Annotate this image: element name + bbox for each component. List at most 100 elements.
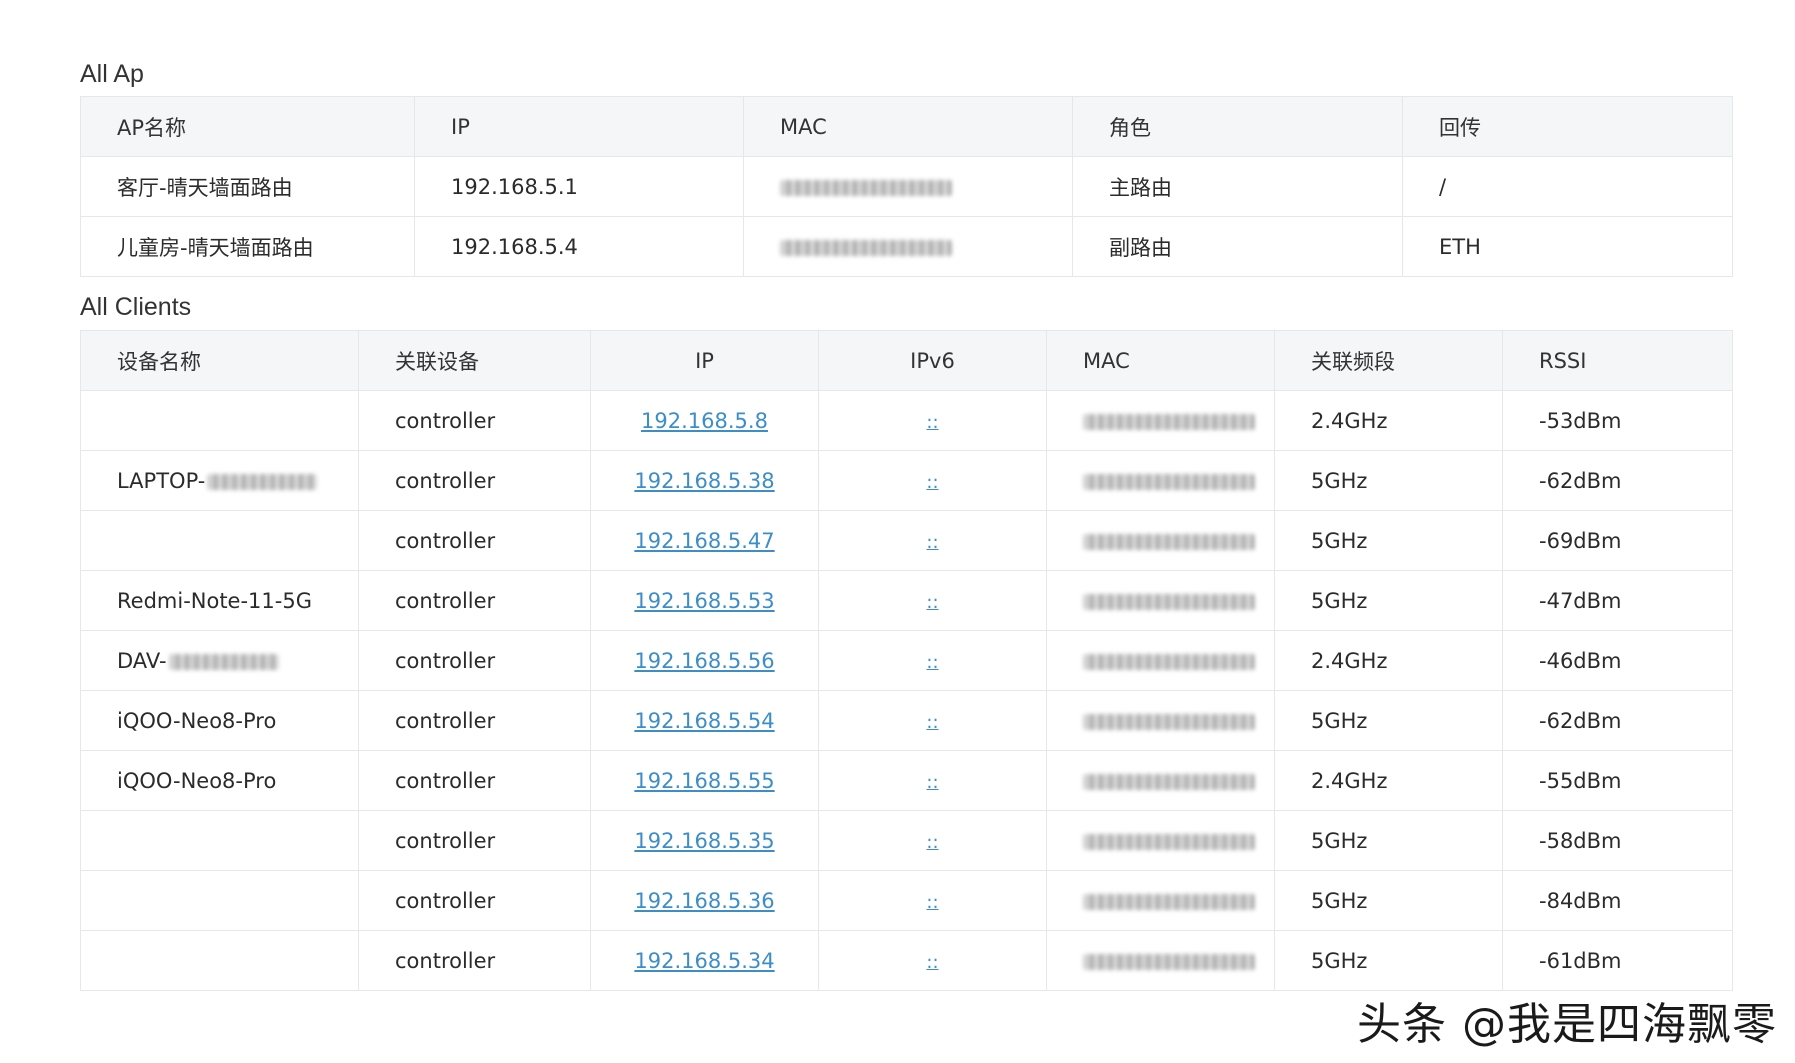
client-ip-link[interactable]: 192.168.5.55 — [634, 769, 774, 793]
client-ipv6-link[interactable]: :: — [926, 592, 938, 613]
client-rssi: -61dBm — [1502, 930, 1733, 991]
client-ip-link[interactable]: 192.168.5.47 — [634, 529, 774, 553]
redacted-mac — [1083, 653, 1255, 670]
client-name: iQOO-Neo8-Pro — [80, 750, 359, 811]
ap-mac — [743, 216, 1073, 277]
client-band: 5GHz — [1274, 510, 1503, 571]
client-name: Redmi-Note-11-5G — [80, 570, 359, 631]
redacted-mac — [1083, 473, 1255, 490]
col-band: 关联频段 — [1274, 330, 1503, 391]
client-ipv6-link[interactable]: :: — [926, 952, 938, 973]
redacted-mac — [1083, 593, 1255, 610]
col-role: 角色 — [1072, 96, 1403, 157]
client-band: 2.4GHz — [1274, 390, 1503, 451]
redacted-name — [168, 653, 279, 670]
client-associated-device: controller — [358, 690, 591, 751]
client-ipv6-cell: :: — [818, 390, 1047, 451]
client-ipv6-link[interactable]: :: — [926, 712, 938, 733]
col-ap-name: AP名称 — [80, 96, 415, 157]
client-name: DAV- — [117, 648, 167, 673]
client-mac — [1046, 870, 1275, 931]
client-ipv6-link[interactable]: :: — [926, 412, 938, 433]
client-ip-link[interactable]: 192.168.5.34 — [634, 949, 774, 973]
client-ip-link[interactable]: 192.168.5.38 — [634, 469, 774, 493]
redacted-mac — [1083, 533, 1255, 550]
client-ipv6-cell: :: — [818, 510, 1047, 571]
client-rssi: -53dBm — [1502, 390, 1733, 451]
table-row: DAV- controller 192.168.5.56 :: 2.4GHz -… — [80, 630, 1733, 691]
client-ipv6-cell: :: — [818, 750, 1047, 811]
client-mac — [1046, 510, 1275, 571]
table-row: Redmi-Note-11-5G controller 192.168.5.53… — [80, 570, 1733, 631]
client-rssi: -62dBm — [1502, 450, 1733, 511]
table-row: controller 192.168.5.8 :: 2.4GHz -53dBm — [80, 390, 1733, 451]
client-ipv6-cell: :: — [818, 690, 1047, 751]
client-ipv6-link[interactable]: :: — [926, 832, 938, 853]
client-ip-link[interactable]: 192.168.5.35 — [634, 829, 774, 853]
client-associated-device: controller — [358, 570, 591, 631]
client-rssi: -46dBm — [1502, 630, 1733, 691]
client-mac — [1046, 750, 1275, 811]
client-band: 5GHz — [1274, 930, 1503, 991]
table-row: 客厅-晴天墙面路由 192.168.5.1 主路由 / — [80, 156, 1733, 217]
client-ipv6-cell: :: — [818, 810, 1047, 871]
col-ip: IP — [414, 96, 744, 157]
clients-table-header: 设备名称 关联设备 IP IPv6 MAC 关联频段 RSSI — [80, 330, 1733, 391]
client-ipv6-link[interactable]: :: — [926, 532, 938, 553]
client-ip-link[interactable]: 192.168.5.8 — [641, 409, 768, 433]
redacted-mac — [1083, 833, 1255, 850]
client-rssi: -55dBm — [1502, 750, 1733, 811]
client-ip-cell: 192.168.5.54 — [590, 690, 819, 751]
ap-backhaul: ETH — [1402, 216, 1733, 277]
table-row: LAPTOP- controller 192.168.5.38 :: 5GHz … — [80, 450, 1733, 511]
client-mac — [1046, 690, 1275, 751]
client-name-cell: DAV- — [80, 630, 359, 691]
table-row: controller 192.168.5.36 :: 5GHz -84dBm — [80, 870, 1733, 931]
client-mac — [1046, 630, 1275, 691]
ap-table: AP名称 IP MAC 角色 回传 客厅-晴天墙面路由 192.168.5.1 … — [80, 96, 1733, 277]
table-row: iQOO-Neo8-Pro controller 192.168.5.55 ::… — [80, 750, 1733, 811]
redacted-name — [207, 473, 318, 490]
client-associated-device: controller — [358, 390, 591, 451]
client-mac — [1046, 930, 1275, 991]
client-name-cell: LAPTOP- — [80, 450, 359, 511]
redacted-mac — [1083, 953, 1255, 970]
client-ipv6-link[interactable]: :: — [926, 472, 938, 493]
client-band: 5GHz — [1274, 690, 1503, 751]
watermark: 头条 @我是四海飘零 — [1357, 999, 1777, 1050]
client-associated-device: controller — [358, 930, 591, 991]
client-ip-link[interactable]: 192.168.5.36 — [634, 889, 774, 913]
client-name: LAPTOP- — [117, 468, 206, 493]
client-ip-link[interactable]: 192.168.5.54 — [634, 709, 774, 733]
client-ipv6-link[interactable]: :: — [926, 892, 938, 913]
redacted-mac — [1083, 893, 1255, 910]
col-mac: MAC — [1046, 330, 1275, 391]
client-band: 5GHz — [1274, 570, 1503, 631]
table-row: 儿童房-晴天墙面路由 192.168.5.4 副路由 ETH — [80, 216, 1733, 277]
col-mac: MAC — [743, 96, 1073, 157]
client-ip-cell: 192.168.5.53 — [590, 570, 819, 631]
client-rssi: -62dBm — [1502, 690, 1733, 751]
client-ip-cell: 192.168.5.8 — [590, 390, 819, 451]
ap-mac — [743, 156, 1073, 217]
client-associated-device: controller — [358, 450, 591, 511]
client-ipv6-cell: :: — [818, 930, 1047, 991]
client-ipv6-cell: :: — [818, 450, 1047, 511]
client-name — [80, 510, 359, 571]
client-ipv6-link[interactable]: :: — [926, 652, 938, 673]
redacted-mac — [780, 179, 952, 196]
client-band: 2.4GHz — [1274, 630, 1503, 691]
client-band: 2.4GHz — [1274, 750, 1503, 811]
col-ipv6: IPv6 — [818, 330, 1047, 391]
redacted-mac — [1083, 773, 1255, 790]
client-ip-link[interactable]: 192.168.5.53 — [634, 589, 774, 613]
client-name — [80, 810, 359, 871]
table-row: controller 192.168.5.34 :: 5GHz -61dBm — [80, 930, 1733, 991]
client-rssi: -47dBm — [1502, 570, 1733, 631]
client-ipv6-link[interactable]: :: — [926, 772, 938, 793]
ap-ip: 192.168.5.4 — [414, 216, 744, 277]
table-row: controller 192.168.5.35 :: 5GHz -58dBm — [80, 810, 1733, 871]
ap-name: 儿童房-晴天墙面路由 — [80, 216, 415, 277]
client-ip-link[interactable]: 192.168.5.56 — [634, 649, 774, 673]
client-associated-device: controller — [358, 630, 591, 691]
